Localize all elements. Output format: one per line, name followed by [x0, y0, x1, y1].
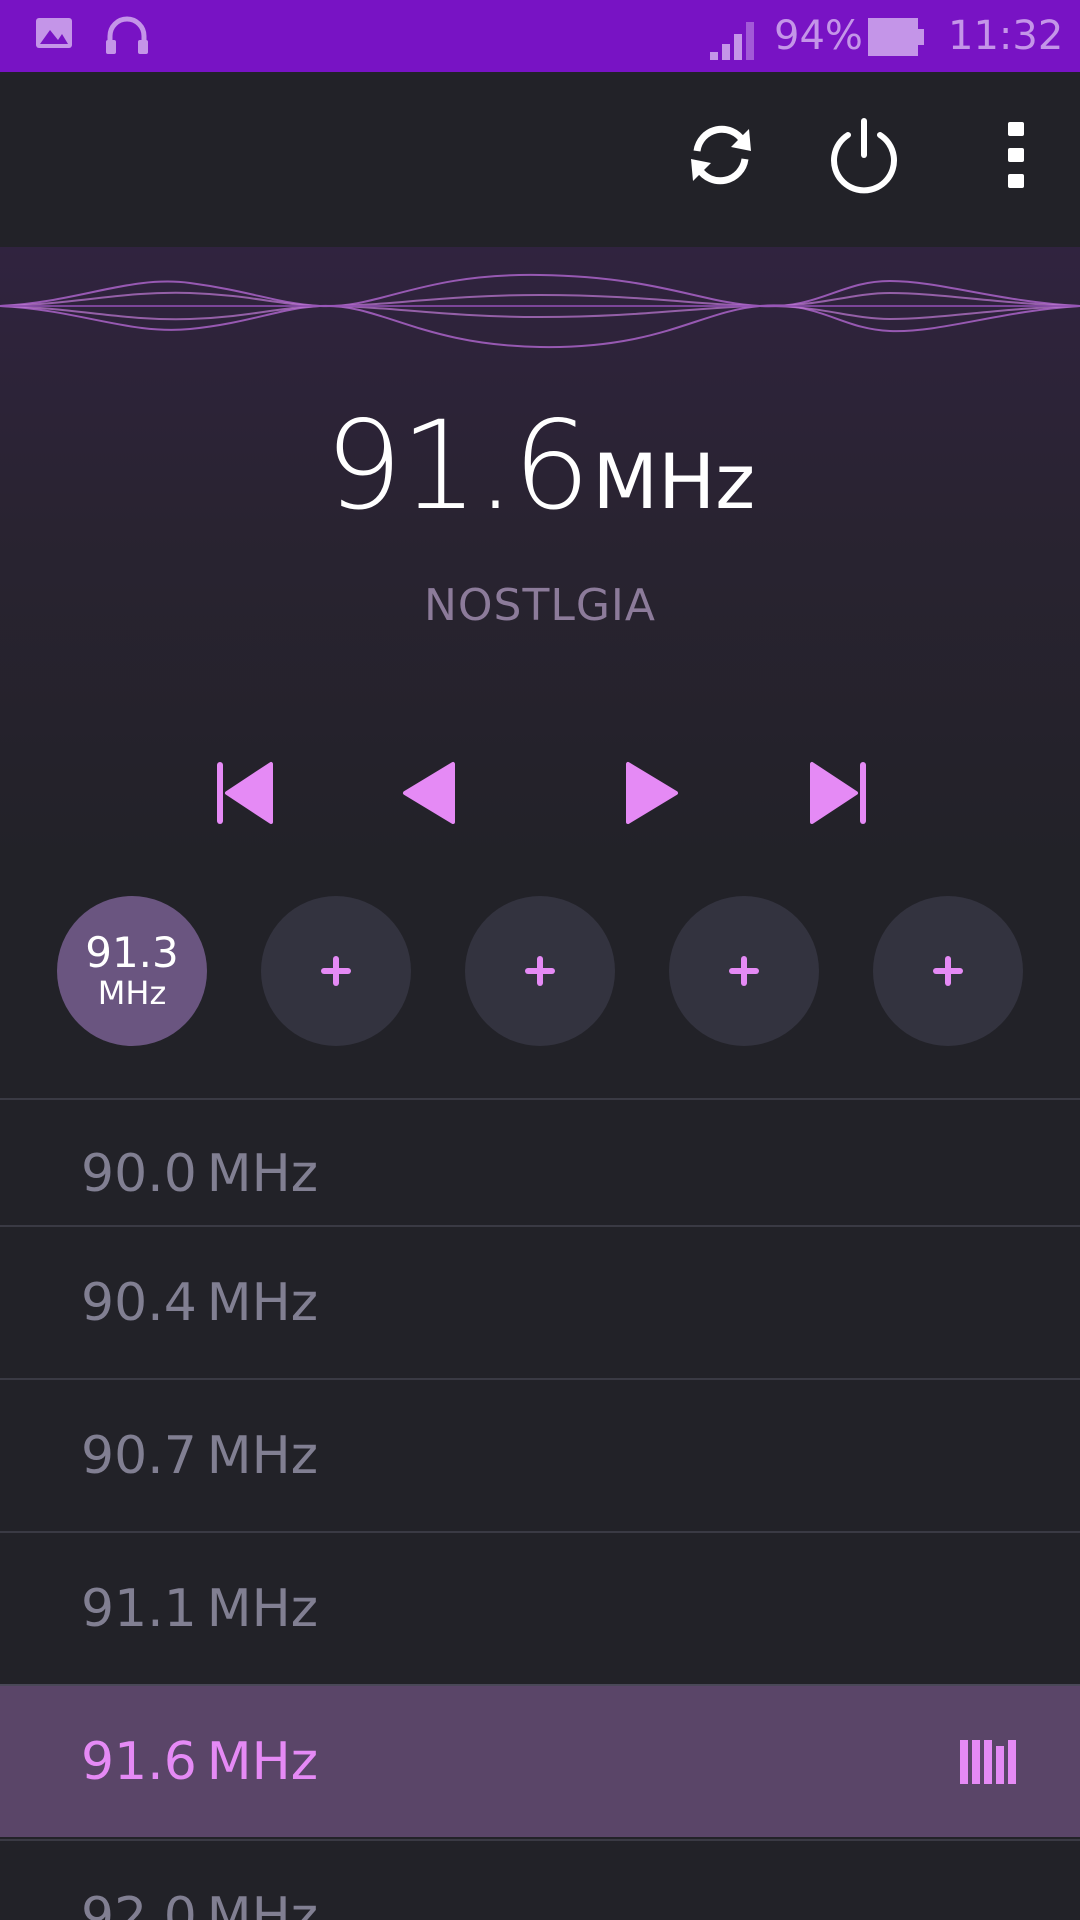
preset-1-unit: MHz [97, 974, 167, 1012]
refresh-button[interactable] [676, 112, 766, 202]
waveform-decoration [0, 255, 1080, 365]
skip-previous-icon [213, 760, 277, 830]
preset-5-add[interactable] [873, 896, 1023, 1046]
more-options-button[interactable] [971, 112, 1061, 202]
skip-next-button[interactable] [798, 755, 878, 835]
skip-previous-button[interactable] [205, 755, 285, 835]
more-vert-icon [1004, 120, 1028, 194]
station-row-90-4[interactable]: 90.4 MHz [0, 1225, 1080, 1378]
signal-icon [708, 18, 758, 66]
preset-1[interactable]: 91.3 MHz [57, 896, 207, 1046]
seek-back-button[interactable] [389, 755, 469, 835]
power-button[interactable] [819, 112, 909, 202]
preset-4-add[interactable] [669, 896, 819, 1046]
station-row-label: 92.0 MHz [81, 1886, 319, 1920]
preset-2-add[interactable] [261, 896, 411, 1046]
station-row-label: 91.1 MHz [81, 1578, 319, 1639]
toolbar [0, 72, 1080, 247]
station-row-label: 90.7 MHz [81, 1425, 319, 1486]
station-row-91-6-active[interactable]: 91.6 MHz [0, 1684, 1080, 1837]
status-bar: 94% 11:32 [0, 0, 1080, 72]
battery-percent: 94% [774, 13, 863, 59]
station-row-label: 90.4 MHz [81, 1272, 319, 1333]
current-frequency-value: 91.6 [324, 395, 591, 537]
seek-forward-button[interactable] [612, 755, 692, 835]
preset-1-frequency: 91.3 [85, 928, 179, 977]
gallery-icon [34, 16, 74, 56]
station-row-label: 91.6 MHz [81, 1731, 319, 1792]
current-frequency-unit: MHz [592, 437, 756, 526]
now-playing-equalizer-icon [960, 1740, 1018, 1788]
station-name: NOSTLGIA [423, 580, 657, 631]
station-row-91-1[interactable]: 91.1 MHz [0, 1531, 1080, 1684]
refresh-icon [683, 117, 759, 197]
station-row-90-7[interactable]: 90.7 MHz [0, 1378, 1080, 1531]
fm-radio-screen: 94% 11:32 91.6MHz NOSTLGIA 91.3 MHz 90.0… [0, 0, 1080, 1920]
seek-forward-icon [620, 760, 684, 830]
current-frequency: 91.6MHz [0, 395, 1080, 537]
station-row-92-0[interactable]: 92.0 MHz [0, 1839, 1080, 1920]
status-time: 11:32 [948, 13, 1064, 59]
battery-icon [866, 16, 926, 62]
preset-3-add[interactable] [465, 896, 615, 1046]
power-icon [826, 115, 902, 199]
skip-next-icon [806, 760, 870, 830]
headphones-icon [104, 16, 150, 60]
station-list: 90.0 MHz 90.4 MHz 90.7 MHz 91.1 MHz 91.6 MHz [0, 1098, 1080, 1920]
seek-back-icon [397, 760, 461, 830]
